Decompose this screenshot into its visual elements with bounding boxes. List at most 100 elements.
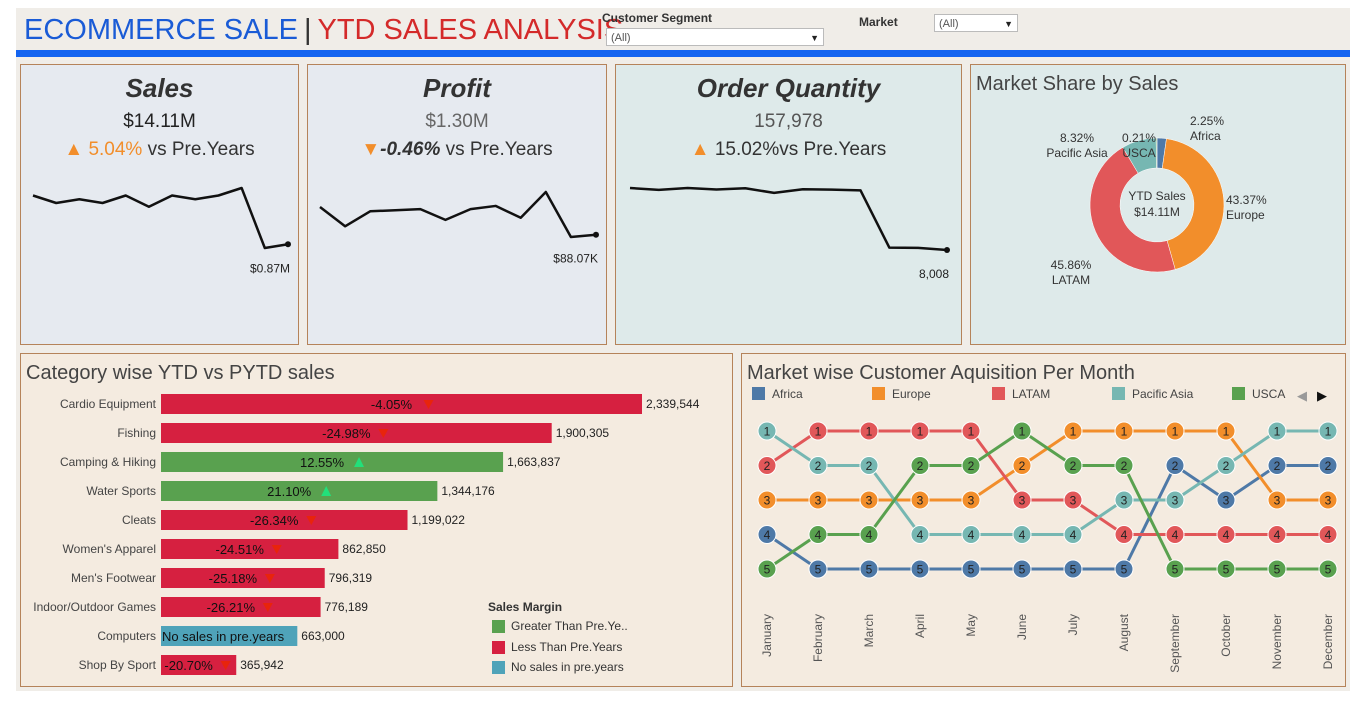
category-margin-label: -24.98% <box>322 426 371 441</box>
category-label: Cardio Equipment <box>60 397 157 411</box>
rank-point-label: 5 <box>1172 563 1179 577</box>
category-value-label: 1,900,305 <box>556 426 610 440</box>
legend-item-europe[interactable]: Europe <box>872 387 931 401</box>
rank-point-label: 3 <box>1121 494 1128 508</box>
kpi-profit-panel: Profit $1.30M ▼-0.46% vs Pre.Years $88.0… <box>307 64 607 345</box>
kpi-profit-value: $1.30M <box>425 111 489 132</box>
category-label: Computers <box>97 629 156 643</box>
category-label: Men's Footwear <box>71 571 156 585</box>
donut-pct-label: 45.86% <box>1051 258 1092 272</box>
month-tick-label: March <box>862 614 876 647</box>
market-select[interactable]: (All) ▼ <box>934 14 1018 32</box>
category-value-label: 365,942 <box>240 658 284 672</box>
category-label: Cleats <box>122 513 156 527</box>
rank-point-label: 4 <box>764 528 771 542</box>
rank-point-label: 5 <box>1274 563 1281 577</box>
kpi-orders-change: ▲ 15.02%vs Pre.Years <box>616 139 961 161</box>
rank-point-label: 5 <box>866 563 873 577</box>
rank-point-label: 1 <box>1325 425 1332 439</box>
rank-point-label: 4 <box>1121 528 1128 542</box>
legend-swatch-none <box>492 661 505 674</box>
rank-point-label: 3 <box>917 494 924 508</box>
kpi-sales-title: Sales <box>125 73 194 103</box>
customer-segment-value: (All) <box>611 32 631 44</box>
rank-point-label: 2 <box>968 459 975 473</box>
rank-point-label: 1 <box>764 425 771 439</box>
market-share-panel: Market Share by Sales 2.25% Africa 43.37% E… <box>970 64 1346 345</box>
rank-point-label: 4 <box>1274 528 1281 542</box>
legend-swatch <box>1112 387 1125 400</box>
kpi-profit-title: Profit <box>423 73 491 103</box>
triangle-up-icon: ▲ <box>64 139 84 160</box>
month-tick-label: September <box>1168 614 1182 673</box>
rank-point-label: 4 <box>968 528 975 542</box>
rank-point-label: 4 <box>815 528 822 542</box>
category-margin-label: -24.51% <box>215 542 264 557</box>
rank-point-label: 3 <box>815 494 822 508</box>
month-tick-label: April <box>913 614 927 638</box>
acquisition-panel: Market wise Customer Aquisition Per Mont… <box>741 353 1346 687</box>
month-tick-label: May <box>964 614 978 637</box>
title-separator: | <box>303 14 312 46</box>
customer-segment-label: Customer Segment <box>602 11 713 25</box>
category-label: Women's Apparel <box>63 542 156 556</box>
donut-market-label: Europe <box>1226 208 1265 222</box>
title-main: ECOMMERCE SALE <box>24 14 298 46</box>
legend-item-pacific-asia[interactable]: Pacific Asia <box>1112 387 1193 401</box>
rank-point-label: 3 <box>1223 494 1230 508</box>
rank-point-label: 1 <box>1172 425 1179 439</box>
profit-sparkline: $88.07K <box>319 190 599 266</box>
category-margin-label: 21.10% <box>267 484 312 499</box>
category-label: Camping & Hiking <box>60 455 156 469</box>
rank-point-label: 5 <box>815 563 822 577</box>
chevron-down-icon: ▼ <box>810 33 819 43</box>
donut-pct-label: 2.25% <box>1190 114 1224 128</box>
acquisition-rank-chart: 4 5 5 5 5 5 5 5 2 3 2 2 3 3 3 3 3 2 1 1 1 1 3 3 2 1 1 1 1 3 3 4 4 4 4 4 1 2 2 4… <box>757 421 1338 673</box>
legend-prev-icon[interactable]: ◀ <box>1297 388 1307 404</box>
customer-segment-select[interactable]: (All) ▼ <box>606 28 824 46</box>
market-value: (All) <box>939 18 959 30</box>
order_quantity_trend-end-label: 8,008 <box>919 267 949 281</box>
kpi-profit-change-suffix: vs Pre.Years <box>440 139 553 160</box>
category-value-label: 1,199,022 <box>412 513 466 527</box>
rank-point-label: 3 <box>764 494 771 508</box>
title-sub: YTD SALES ANALYSIS <box>317 14 624 46</box>
rank-point-label: 1 <box>917 425 924 439</box>
category-label: Indoor/Outdoor Games <box>33 600 156 614</box>
donut-pct-label: 43.37% <box>1226 193 1267 207</box>
donut-center-value: $14.11M <box>1134 205 1180 219</box>
rank-point-label: 4 <box>917 528 924 542</box>
legend-label: USCA <box>1252 387 1286 401</box>
donut-pct-label: 8.32% <box>1060 131 1094 145</box>
profit_trend-end-label: $88.07K <box>553 252 598 266</box>
month-tick-label: November <box>1270 614 1284 669</box>
rank-point-label: 4 <box>1070 528 1077 542</box>
profit_trend-line <box>319 190 597 239</box>
donut-market-label: LATAM <box>1052 273 1090 287</box>
legend-item-latam[interactable]: LATAM <box>992 387 1050 401</box>
category-title: Category wise YTD vs PYTD sales <box>26 362 335 384</box>
donut-center-title: YTD Sales <box>1128 189 1185 203</box>
kpi-orders-change-suffix: vs Pre.Years <box>779 139 887 160</box>
category-panel: Category wise YTD vs PYTD sales Cardio E… <box>20 353 733 687</box>
rank-point-label: 2 <box>1274 459 1281 473</box>
kpi-profit-change: ▼-0.46% vs Pre.Years <box>308 139 606 161</box>
category-margin-label: -26.34% <box>250 513 299 528</box>
legend-next-icon[interactable]: ▶ <box>1317 388 1327 404</box>
kpi-sales-change-suffix: vs Pre.Years <box>142 139 255 160</box>
legend-swatch-less <box>492 641 505 654</box>
month-tick-label: July <box>1066 614 1080 635</box>
category-margin-label: 12.55% <box>300 455 345 470</box>
legend-swatch-greater <box>492 620 505 633</box>
rank-point-label: 1 <box>1070 425 1077 439</box>
rank-point-label: 4 <box>1325 528 1332 542</box>
legend-label: LATAM <box>1012 387 1051 401</box>
order_quantity_trend-line <box>629 186 948 252</box>
sales_trend-line <box>32 186 289 250</box>
legend-item-usca[interactable]: USCA <box>1232 387 1285 401</box>
legend-item-africa[interactable]: Africa <box>752 387 803 401</box>
category-value-label: 796,319 <box>329 571 373 585</box>
category-margin-label: -20.70% <box>164 658 213 673</box>
category-bar-chart: Cardio Equipment 2,339,544 -4.05% Fishing 1,… <box>33 394 700 675</box>
legend-swatch <box>752 387 765 400</box>
